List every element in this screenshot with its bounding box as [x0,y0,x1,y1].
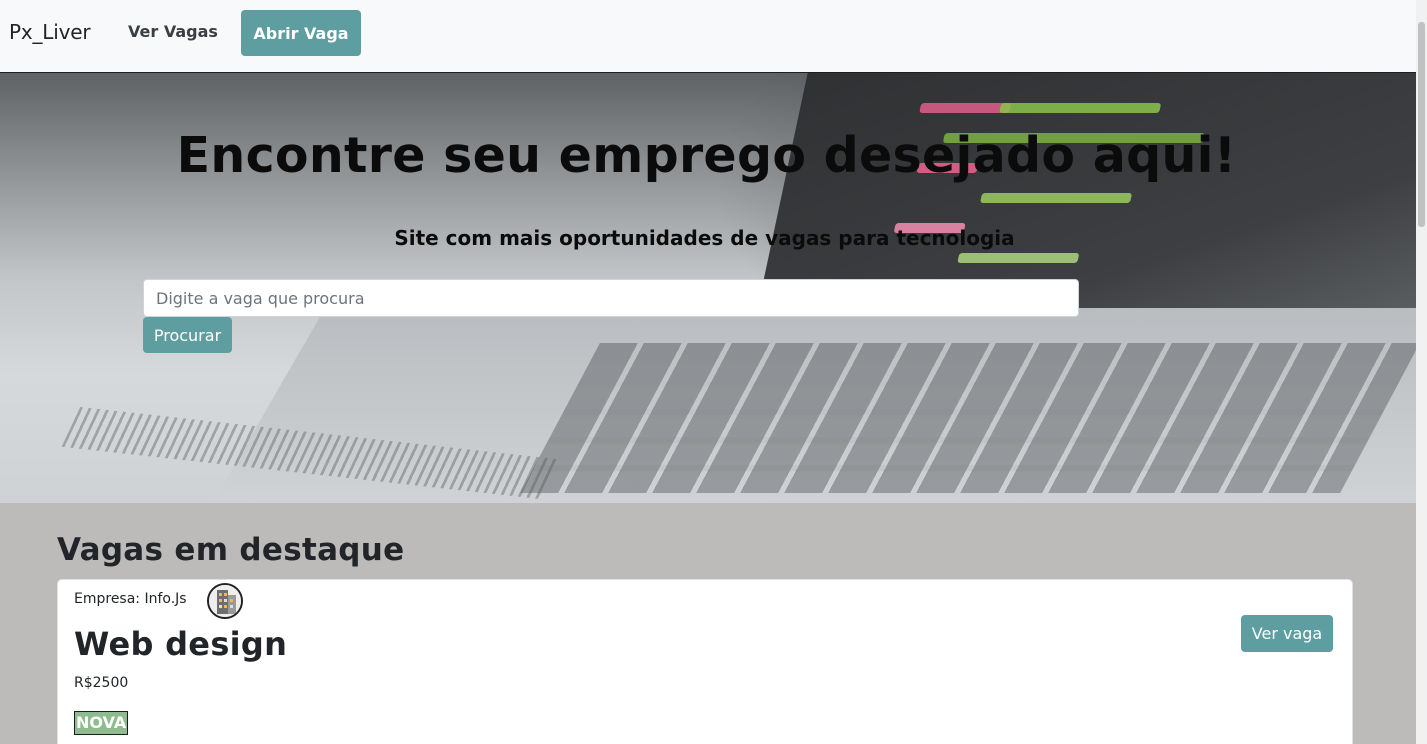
hero-subtitle: Site com mais oportunidades de vagas par… [394,226,1015,250]
new-badge: NOVA [74,711,129,735]
page-scrollbar[interactable] [1416,0,1427,744]
abrir-vaga-button[interactable]: Abrir Vaga [241,10,361,56]
job-title: Web design [74,625,288,663]
search-button[interactable]: Procurar [143,317,232,353]
nav-link-ver-vagas[interactable]: Ver Vagas [128,22,218,41]
building-icon [207,583,243,619]
job-card: Empresa: Info.Js Web design R$2500 NOVA … [57,579,1353,744]
ver-vaga-button[interactable]: Ver vaga [1241,615,1333,652]
job-salary: R$2500 [74,675,129,691]
top-navbar: Px_Liver Ver Vagas Abrir Vaga [0,0,1416,73]
hero-background-keyboard [520,343,1416,493]
scrollbar-thumb[interactable] [1418,22,1425,227]
hero-title: Encontre seu emprego desejado aqui! [176,127,1237,184]
featured-jobs-title: Vagas em destaque [57,532,405,568]
brand-logo-link[interactable]: Px_Liver [9,20,91,44]
job-search-input[interactable] [143,279,1079,317]
hero-banner: Encontre seu emprego desejado aqui! Site… [0,73,1416,503]
company-label: Empresa: Info.Js [74,591,187,607]
